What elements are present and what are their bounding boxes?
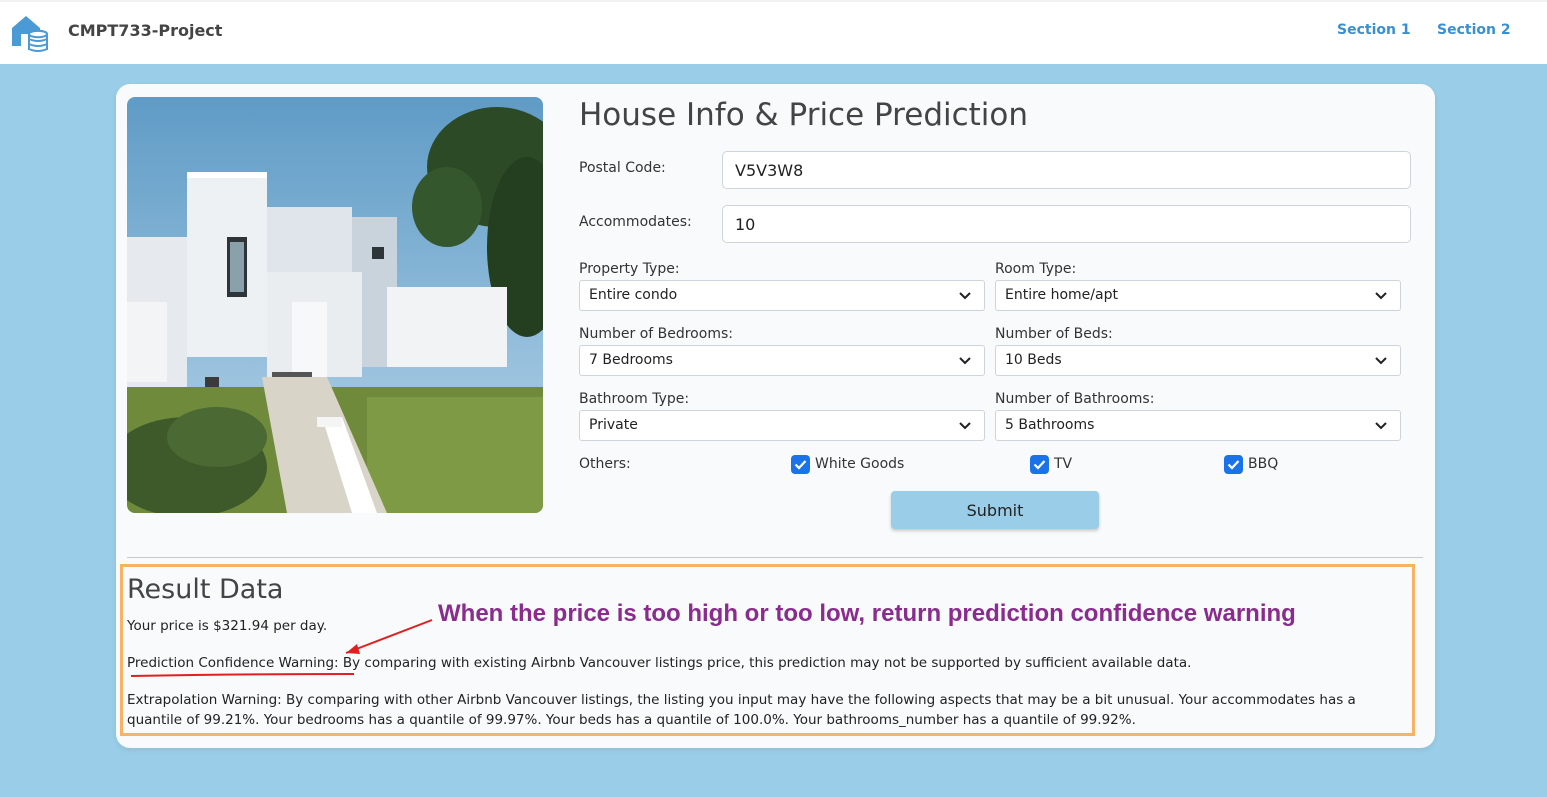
annotation-text: When the price is too high or too low, r… — [438, 600, 1296, 627]
bbq-checkbox[interactable] — [1224, 455, 1243, 474]
beds-select[interactable]: 10 Beds — [995, 345, 1401, 376]
top-navbar: CMPT733-Project Section 1 Section 2 — [0, 0, 1547, 64]
bathrooms-label: Number of Bathrooms: — [995, 391, 1155, 407]
room-type-label: Room Type: — [995, 261, 1077, 277]
chevron-down-icon — [959, 357, 971, 365]
beds-label: Number of Beds: — [995, 326, 1113, 342]
nav-link-section-2[interactable]: Section 2 — [1437, 22, 1511, 38]
room-type-value: Entire home/apt — [1005, 287, 1118, 303]
chevron-down-icon — [959, 422, 971, 430]
form-title: House Info & Price Prediction — [579, 97, 1029, 133]
bathroom-type-select[interactable]: Private — [579, 410, 985, 441]
property-type-label: Property Type: — [579, 261, 680, 277]
accommodates-input[interactable] — [722, 205, 1411, 243]
extrapolation-warning: Extrapolation Warning: By comparing with… — [127, 692, 1356, 728]
brand-title[interactable]: CMPT733-Project — [68, 21, 222, 40]
white-goods-label: White Goods — [815, 456, 905, 472]
chevron-down-icon — [959, 292, 971, 300]
house-photo — [127, 97, 543, 513]
result-title: Result Data — [127, 574, 284, 605]
bathrooms-value: 5 Bathrooms — [1005, 417, 1095, 433]
beds-value: 10 Beds — [1005, 352, 1062, 368]
bedrooms-select[interactable]: 7 Bedrooms — [579, 345, 985, 376]
accommodates-label: Accommodates: — [579, 214, 692, 230]
property-type-value: Entire condo — [589, 287, 678, 303]
bathrooms-select[interactable]: 5 Bathrooms — [995, 410, 1401, 441]
confidence-warning: Prediction Confidence Warning: By compar… — [127, 655, 1192, 671]
postal-code-label: Postal Code: — [579, 160, 666, 176]
divider — [127, 557, 1423, 558]
bedrooms-value: 7 Bedrooms — [589, 352, 673, 368]
house-coins-logo-icon[interactable] — [10, 12, 50, 54]
bathroom-type-value: Private — [589, 417, 638, 433]
bbq-label: BBQ — [1248, 456, 1279, 472]
nav-link-section-1[interactable]: Section 1 — [1337, 22, 1411, 38]
chevron-down-icon — [1375, 292, 1387, 300]
tv-checkbox[interactable] — [1030, 455, 1049, 474]
white-goods-checkbox[interactable] — [791, 455, 810, 474]
bedrooms-label: Number of Bedrooms: — [579, 326, 733, 342]
checkmark-icon — [1227, 460, 1240, 470]
price-result: Your price is $321.94 per day. — [127, 618, 328, 634]
room-type-select[interactable]: Entire home/apt — [995, 280, 1401, 311]
checkmark-icon — [1033, 460, 1046, 470]
chevron-down-icon — [1375, 422, 1387, 430]
bathroom-type-label: Bathroom Type: — [579, 391, 690, 407]
chevron-down-icon — [1375, 357, 1387, 365]
tv-label: TV — [1054, 456, 1073, 472]
others-label: Others: — [579, 456, 631, 472]
submit-button[interactable]: Submit — [891, 491, 1099, 529]
checkmark-icon — [794, 460, 807, 470]
postal-code-input[interactable] — [722, 151, 1411, 189]
property-type-select[interactable]: Entire condo — [579, 280, 985, 311]
